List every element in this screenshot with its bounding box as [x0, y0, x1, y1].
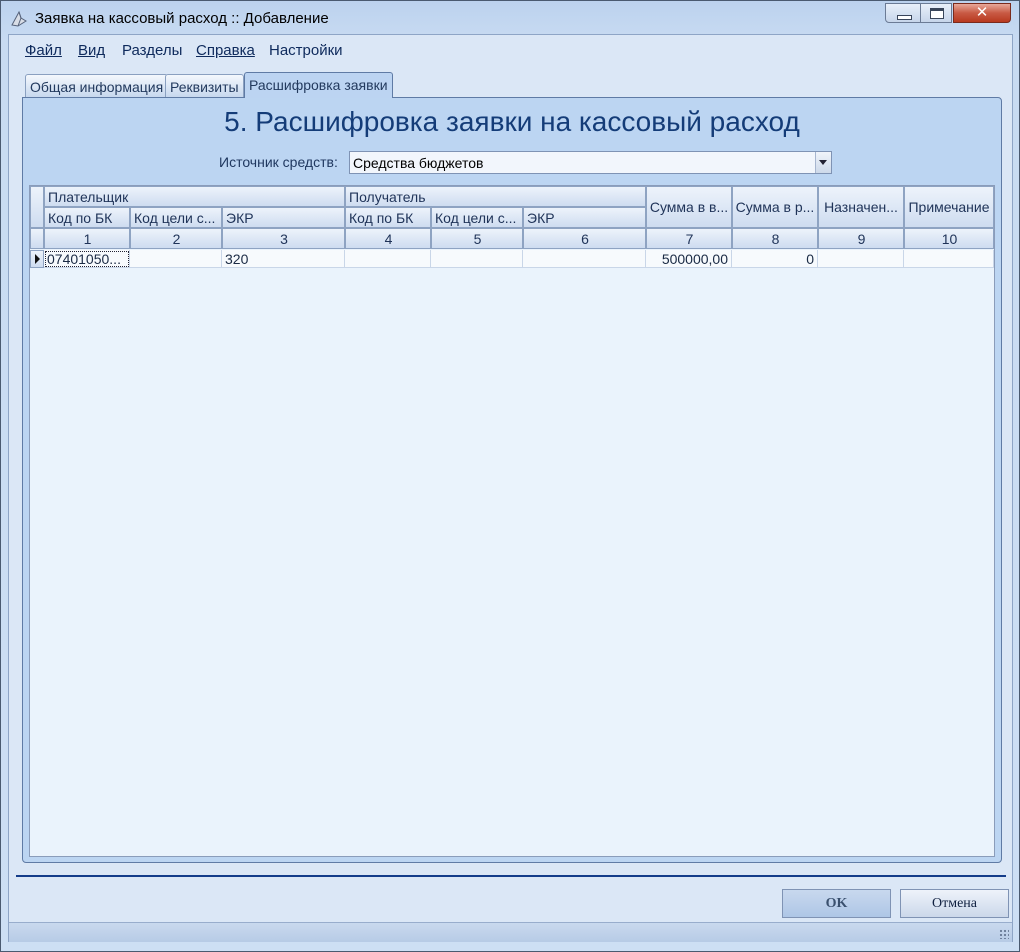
- app-window: Заявка на кассовый расход :: Добавление …: [0, 0, 1020, 952]
- column-number: 10: [904, 228, 994, 249]
- header-sum-r[interactable]: Сумма в р...: [732, 186, 818, 228]
- menu-sections-label: Разделы: [122, 42, 183, 59]
- cell-purpose[interactable]: [818, 250, 904, 268]
- menu-bar: Файл Вид Разделы Справка Настройки: [9, 35, 1012, 65]
- source-label: Источник средств:: [219, 154, 338, 170]
- header-recipient-ekr[interactable]: ЭКР: [523, 207, 646, 228]
- tab-breakdown[interactable]: Расшифровка заявки: [244, 72, 393, 98]
- maximize-icon: [930, 8, 944, 19]
- tab-general-info-label: Общая информация: [30, 79, 164, 95]
- menu-file-label: Файл: [25, 42, 62, 59]
- cancel-button[interactable]: Отмена: [900, 889, 1009, 918]
- menu-help-label: Справка: [196, 42, 255, 59]
- column-number: 2: [130, 228, 222, 249]
- tab-breakdown-label: Расшифровка заявки: [249, 77, 388, 93]
- column-number: 9: [818, 228, 904, 249]
- title-bar[interactable]: Заявка на кассовый расход :: Добавление …: [1, 1, 1019, 35]
- tab-general-info[interactable]: Общая информация: [25, 74, 169, 97]
- column-number: 7: [646, 228, 732, 249]
- close-icon: ✕: [975, 4, 989, 21]
- status-bar: [9, 922, 1012, 942]
- header-sum-v[interactable]: Сумма в в...: [646, 186, 732, 228]
- data-grid[interactable]: Плательщик Получатель Код по БК Код цели…: [29, 185, 995, 857]
- resize-grip-icon[interactable]: [999, 929, 1009, 939]
- column-number: 6: [523, 228, 646, 249]
- cell-sum-v[interactable]: 500000,00: [646, 250, 732, 268]
- cell-note[interactable]: [904, 250, 994, 268]
- column-number: 4: [345, 228, 431, 249]
- header-purpose[interactable]: Назначен...: [818, 186, 904, 228]
- cell-recipient-bk[interactable]: [345, 250, 431, 268]
- page-title: 5. Расшифровка заявки на кассовый расход: [224, 106, 800, 137]
- menu-settings[interactable]: Настройки: [269, 42, 343, 59]
- source-dropdown[interactable]: Средства бюджетов: [349, 151, 832, 174]
- tab-requisites-label: Реквизиты: [170, 79, 239, 95]
- menu-sections[interactable]: Разделы: [122, 42, 182, 59]
- header-payer-bk[interactable]: Код по БК: [44, 207, 130, 228]
- client-area: Файл Вид Разделы Справка Настройки Общая…: [8, 34, 1013, 942]
- cell-sum-r[interactable]: 0: [732, 250, 818, 268]
- tab-requisites[interactable]: Реквизиты: [165, 74, 244, 97]
- header-recipient-goal[interactable]: Код цели с...: [431, 207, 523, 228]
- column-number: 3: [222, 228, 345, 249]
- window-title: Заявка на кассовый расход :: Добавление: [35, 10, 329, 27]
- current-row-icon: [35, 254, 40, 264]
- menu-file[interactable]: Файл: [25, 42, 62, 59]
- cell-payer-ekr[interactable]: 320: [222, 250, 345, 268]
- cell-recipient-goal[interactable]: [431, 250, 523, 268]
- minimize-icon: [897, 15, 912, 20]
- grid-corner-numbers: [30, 228, 44, 249]
- cell-payer-goal[interactable]: [130, 250, 222, 268]
- dropdown-button[interactable]: [815, 152, 831, 173]
- header-note[interactable]: Примечание: [904, 186, 994, 228]
- close-button[interactable]: ✕: [953, 3, 1011, 23]
- header-payer-ekr[interactable]: ЭКР: [222, 207, 345, 228]
- menu-view[interactable]: Вид: [78, 42, 105, 59]
- row-indicator[interactable]: [30, 250, 44, 268]
- cell-recipient-ekr[interactable]: [523, 250, 646, 268]
- menu-help[interactable]: Справка: [196, 42, 255, 59]
- menu-view-label: Вид: [78, 42, 106, 59]
- column-number: 8: [732, 228, 818, 249]
- maximize-button[interactable]: [920, 3, 952, 23]
- tab-panel: 5. Расшифровка заявки на кассовый расход…: [22, 97, 1002, 863]
- header-group-recipient: Получатель: [345, 186, 646, 207]
- grid-corner: [30, 186, 44, 228]
- column-number: 1: [44, 228, 130, 249]
- header-recipient-bk[interactable]: Код по БК: [345, 207, 431, 228]
- ok-button[interactable]: OK: [782, 889, 891, 918]
- source-value: Средства бюджетов: [353, 155, 484, 171]
- header-payer-goal[interactable]: Код цели с...: [130, 207, 222, 228]
- header-group-payer: Плательщик: [44, 186, 345, 207]
- minimize-button[interactable]: [885, 3, 921, 23]
- app-icon: [11, 10, 27, 27]
- menu-settings-label: Настройки: [269, 42, 343, 59]
- chevron-down-icon: [819, 160, 827, 165]
- column-number: 5: [431, 228, 523, 249]
- separator-line: [16, 875, 1006, 877]
- cell-payer-bk[interactable]: 07401050...: [44, 250, 130, 268]
